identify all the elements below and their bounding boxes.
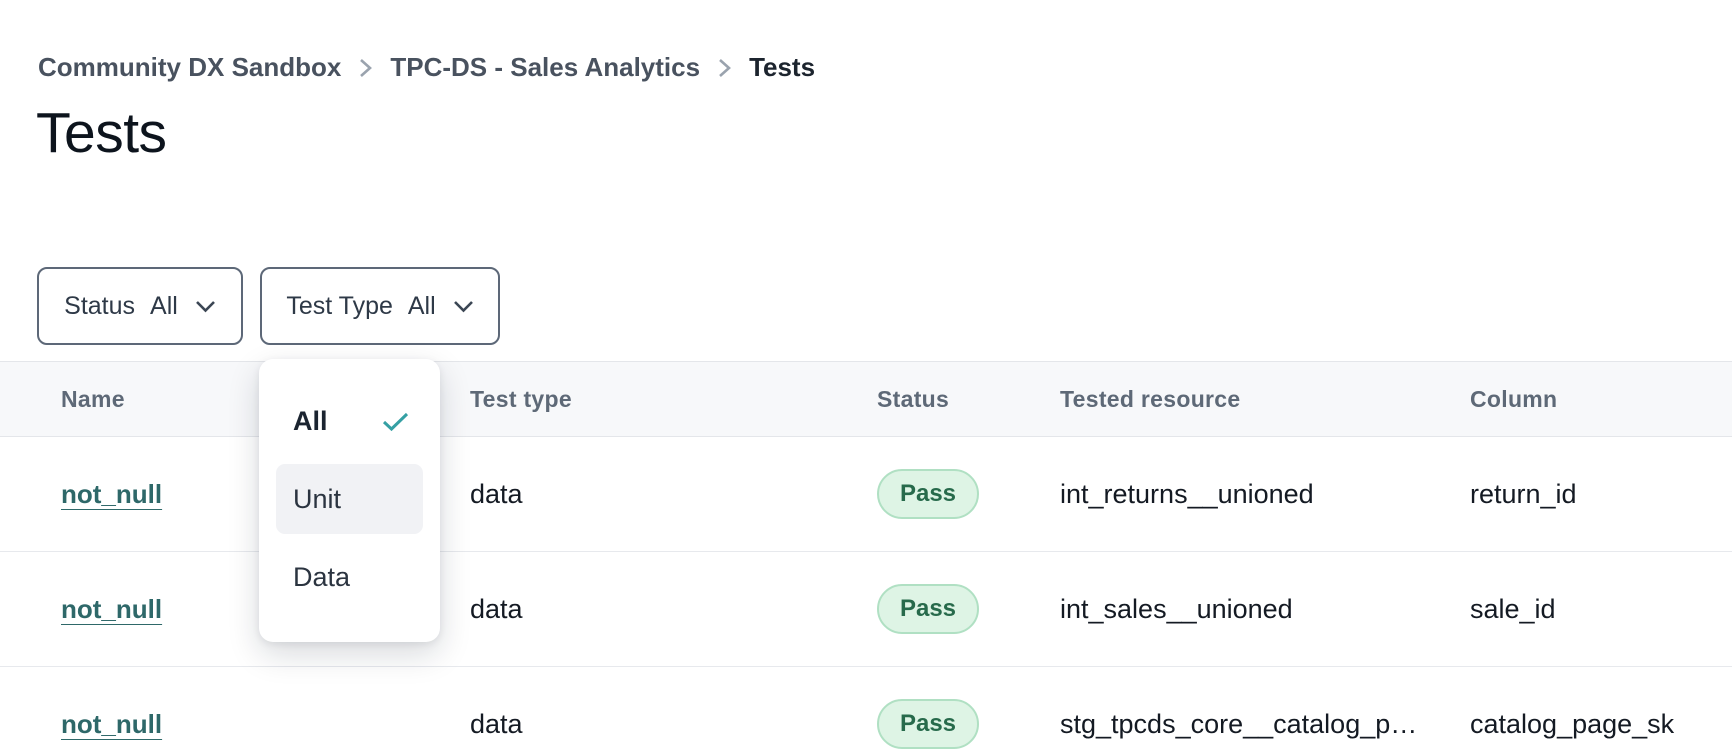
menu-item-label: Unit <box>293 484 341 515</box>
tested-resource-cell: stg_tpcds_core__catalog_p… <box>1060 709 1470 740</box>
test-name-link[interactable]: not_null <box>61 479 162 510</box>
column-header-tested-resource: Tested resource <box>1060 386 1470 413</box>
chevron-right-icon <box>359 57 372 79</box>
test-type-filter-label: Test Type <box>286 292 393 321</box>
breadcrumb-item-tests: Tests <box>749 52 815 83</box>
test-type-cell: data <box>470 709 877 740</box>
status-badge: Pass <box>877 584 979 634</box>
menu-item-all[interactable]: All <box>276 386 423 456</box>
status-filter-button[interactable]: Status All <box>37 267 243 345</box>
test-type-filter-button[interactable]: Test Type All <box>260 267 500 345</box>
test-name-link[interactable]: not_null <box>61 594 162 625</box>
test-name-link[interactable]: not_null <box>61 709 162 740</box>
column-cell: return_id <box>1470 479 1732 510</box>
status-filter-label: Status <box>64 292 135 321</box>
tests-page: Community DX Sandbox TPC-DS - Sales Anal… <box>0 0 1732 756</box>
test-type-cell: data <box>470 479 877 510</box>
status-filter-value: All <box>150 292 178 321</box>
filter-bar: Status All Test Type All <box>37 267 500 345</box>
breadcrumb-item-project[interactable]: TPC-DS - Sales Analytics <box>390 52 700 83</box>
page-title: Tests <box>36 100 167 166</box>
breadcrumb-item-workspace[interactable]: Community DX Sandbox <box>38 52 341 83</box>
test-type-dropdown-menu: All Unit Data <box>259 359 440 642</box>
menu-item-label: All <box>293 406 328 437</box>
chevron-down-icon <box>195 300 216 313</box>
column-header-status: Status <box>877 386 1060 413</box>
menu-item-unit[interactable]: Unit <box>276 464 423 534</box>
chevron-right-icon <box>718 57 731 79</box>
test-type-filter-value: All <box>408 292 436 321</box>
chevron-down-icon <box>453 300 474 313</box>
status-badge: Pass <box>877 699 979 749</box>
breadcrumb: Community DX Sandbox TPC-DS - Sales Anal… <box>38 52 815 83</box>
test-type-cell: data <box>470 594 877 625</box>
menu-item-data[interactable]: Data <box>276 542 423 612</box>
status-badge: Pass <box>877 469 979 519</box>
column-cell: catalog_page_sk <box>1470 709 1732 740</box>
column-header-column: Column <box>1470 386 1732 413</box>
column-cell: sale_id <box>1470 594 1732 625</box>
tested-resource-cell: int_sales__unioned <box>1060 594 1470 625</box>
menu-item-label: Data <box>293 562 350 593</box>
table-row: not_null data Pass stg_tpcds_core__catal… <box>0 667 1732 756</box>
column-header-test-type: Test type <box>470 386 877 413</box>
check-icon <box>382 411 409 432</box>
tested-resource-cell: int_returns__unioned <box>1060 479 1470 510</box>
